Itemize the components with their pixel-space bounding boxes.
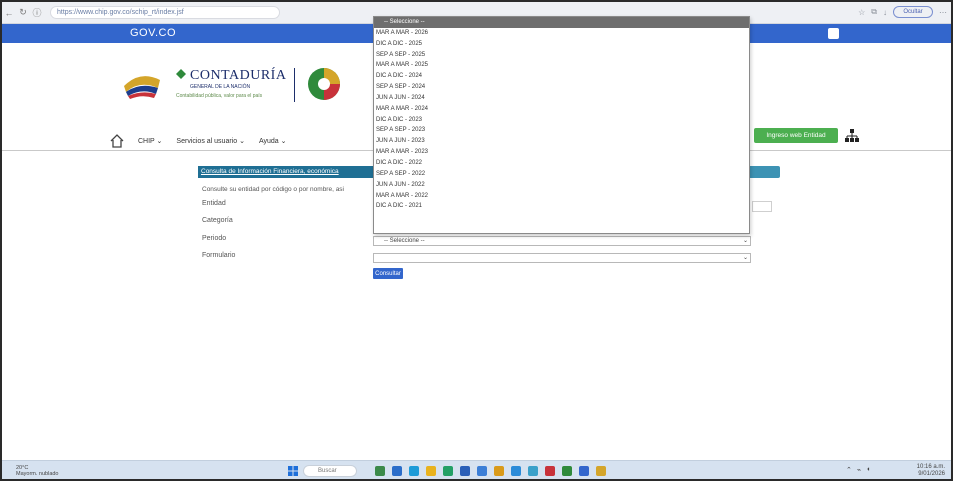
profile-label: Ocultar xyxy=(903,9,923,15)
address-bar[interactable]: https://www.chip.gov.co/schip_rt/index.j… xyxy=(50,6,280,19)
site-info-icon[interactable]: ⓘ xyxy=(30,6,44,19)
nav-item-chip-label: CHIP xyxy=(138,138,155,145)
label-entidad: Entidad xyxy=(202,200,226,207)
consultar-button[interactable]: Consultar xyxy=(373,268,403,279)
dropdown-option[interactable]: JUN A JUN - 2022 xyxy=(374,180,749,191)
dropdown-option[interactable]: SEP A SEP - 2024 xyxy=(374,82,749,93)
app-icon[interactable] xyxy=(596,466,606,476)
back-icon[interactable]: ← xyxy=(2,8,16,18)
colombia-emblem-icon xyxy=(124,76,160,99)
diamond-icon xyxy=(176,69,186,79)
app-icon[interactable] xyxy=(460,466,470,476)
org-tagline: Contabilidad pública, valor para el país xyxy=(176,93,263,99)
nav-item-chip[interactable]: CHIP ⌄ xyxy=(138,137,162,145)
consultar-label: Consultar xyxy=(375,270,401,277)
reload-icon[interactable]: ↻ xyxy=(16,7,30,18)
weather-desc: Mayorm. nublado xyxy=(16,471,59,477)
app-icon[interactable] xyxy=(528,466,538,476)
org-subtitle: GENERAL DE LA NACIÓN xyxy=(190,84,251,90)
dropdown-option[interactable]: JUN A JUN - 2023 xyxy=(374,136,749,147)
dropdown-option[interactable]: JUN A JUN - 2024 xyxy=(374,93,749,104)
dropdown-option[interactable]: MAR A MAR - 2026 xyxy=(374,28,749,39)
nav-item-ayuda-label: Ayuda xyxy=(258,138,279,145)
weather-widget[interactable]: 20°C Mayorm. nublado xyxy=(16,465,59,477)
profile-button[interactable]: Ocultar xyxy=(893,6,933,18)
accessibility-icon[interactable] xyxy=(828,28,839,39)
chevron-down-icon: ⌄ xyxy=(742,238,748,244)
app-icon[interactable] xyxy=(409,466,419,476)
label-categoria: Categoría xyxy=(202,217,233,224)
app-icon[interactable] xyxy=(375,466,385,476)
sitemap-icon[interactable] xyxy=(845,129,859,143)
title-strip xyxy=(748,166,780,178)
dropdown-option[interactable]: DIC A DIC - 2021 xyxy=(374,201,749,212)
dropdown-option[interactable]: DIC A DIC - 2023 xyxy=(374,115,749,126)
clock[interactable]: 10:16 a.m. 9/01/2026 xyxy=(917,464,945,478)
gov-logo[interactable]: GOV.CO xyxy=(130,27,176,39)
label-formulario: Formulario xyxy=(202,252,236,259)
dropdown-option[interactable]: DIC A DIC - 2024 xyxy=(374,71,749,82)
entidad-input[interactable] xyxy=(752,201,772,212)
clock-time: 10:16 a.m. xyxy=(916,464,945,470)
menu-icon[interactable]: ⋯ xyxy=(939,8,947,17)
word-icon[interactable] xyxy=(579,466,589,476)
taskbar-search[interactable]: Buscar xyxy=(303,465,357,477)
star-icon[interactable]: ☆ xyxy=(858,8,865,17)
chrome-icon[interactable] xyxy=(494,466,504,476)
periodo-select[interactable]: -- Seleccione -- ⌄ xyxy=(373,236,751,246)
app-icon[interactable] xyxy=(392,466,402,476)
formulario-select[interactable]: ⌄ xyxy=(373,253,751,263)
chevron-down-icon: ⌄ xyxy=(742,255,748,261)
taskbar-search-label: Buscar xyxy=(318,468,337,474)
nav-item-ayuda[interactable]: Ayuda ⌄ xyxy=(259,137,287,145)
address-bar-url: https://www.chip.gov.co/schip_rt/index.j… xyxy=(57,9,184,16)
nav-item-servicios[interactable]: Servicios al usuario ⌄ xyxy=(176,137,245,145)
volume-icon[interactable]: ◖ xyxy=(866,466,870,474)
dropdown-option[interactable]: MAR A MAR - 2022 xyxy=(374,191,749,202)
dropdown-option[interactable]: MAR A MAR - 2025 xyxy=(374,60,749,71)
main-nav: CHIP ⌄ Servicios al usuario ⌄ Ayuda ⌄ xyxy=(110,134,286,148)
periodo-select-value: -- Seleccione -- xyxy=(384,238,425,244)
extensions-icon[interactable]: ⧉ xyxy=(871,7,877,17)
dropdown-option[interactable]: MAR A MAR - 2023 xyxy=(374,147,749,158)
outlook-icon[interactable] xyxy=(511,466,521,476)
chevron-up-icon[interactable]: ⌃ xyxy=(846,466,852,474)
logo-area: CONTADURÍA GENERAL DE LA NACIÓN Contabil… xyxy=(120,58,350,118)
dropdown-option[interactable]: SEP A SEP - 2022 xyxy=(374,169,749,180)
ingreso-web-button[interactable]: Ingreso web Entidad xyxy=(754,128,838,143)
edge-icon[interactable] xyxy=(443,466,453,476)
cgn-logo-icon xyxy=(308,68,340,100)
dropdown-option[interactable]: MAR A MAR - 2024 xyxy=(374,104,749,115)
periodo-dropdown-list[interactable]: -- Seleccione -- MAR A MAR - 2026 DIC A … xyxy=(373,16,750,234)
label-periodo: Periodo xyxy=(202,235,227,242)
clock-date: 9/01/2026 xyxy=(918,471,945,477)
folder-icon[interactable] xyxy=(426,466,436,476)
browser-window: ← ↻ ⓘ https://www.chip.gov.co/schip_rt/i… xyxy=(0,0,953,481)
network-icon[interactable]: ⌁ xyxy=(857,466,861,474)
dropdown-option[interactable]: DIC A DIC - 2022 xyxy=(374,158,749,169)
home-icon[interactable] xyxy=(110,134,124,148)
dropdown-option[interactable]: -- Seleccione -- xyxy=(374,17,749,28)
excel-icon[interactable] xyxy=(562,466,572,476)
system-tray: ⌃ ⌁ ◖ xyxy=(846,466,870,474)
org-name: CONTADURÍA xyxy=(190,68,287,83)
consulta-title[interactable]: Consulta de Información Financiera, econ… xyxy=(198,166,374,178)
nav-item-servicios-label: Servicios al usuario xyxy=(176,138,238,145)
app-icon[interactable] xyxy=(477,466,487,476)
dropdown-option[interactable]: SEP A SEP - 2023 xyxy=(374,125,749,136)
taskbar: 20°C Mayorm. nublado Buscar ⌃ ⌁ ◖ 10:16 … xyxy=(2,460,951,479)
browser-tools: ☆ ⧉ ↓ Ocultar ⋯ xyxy=(858,6,947,18)
windows-start-icon[interactable] xyxy=(288,466,298,476)
dropdown-option[interactable]: SEP A SEP - 2025 xyxy=(374,50,749,61)
dropdown-option[interactable]: DIC A DIC - 2025 xyxy=(374,39,749,50)
app-icon[interactable] xyxy=(545,466,555,476)
download-icon[interactable]: ↓ xyxy=(883,8,887,17)
consulta-hint: Consulte su entidad por código o por nom… xyxy=(202,186,345,193)
logo-divider xyxy=(294,68,295,102)
ingreso-web-label: Ingreso web Entidad xyxy=(766,132,826,139)
